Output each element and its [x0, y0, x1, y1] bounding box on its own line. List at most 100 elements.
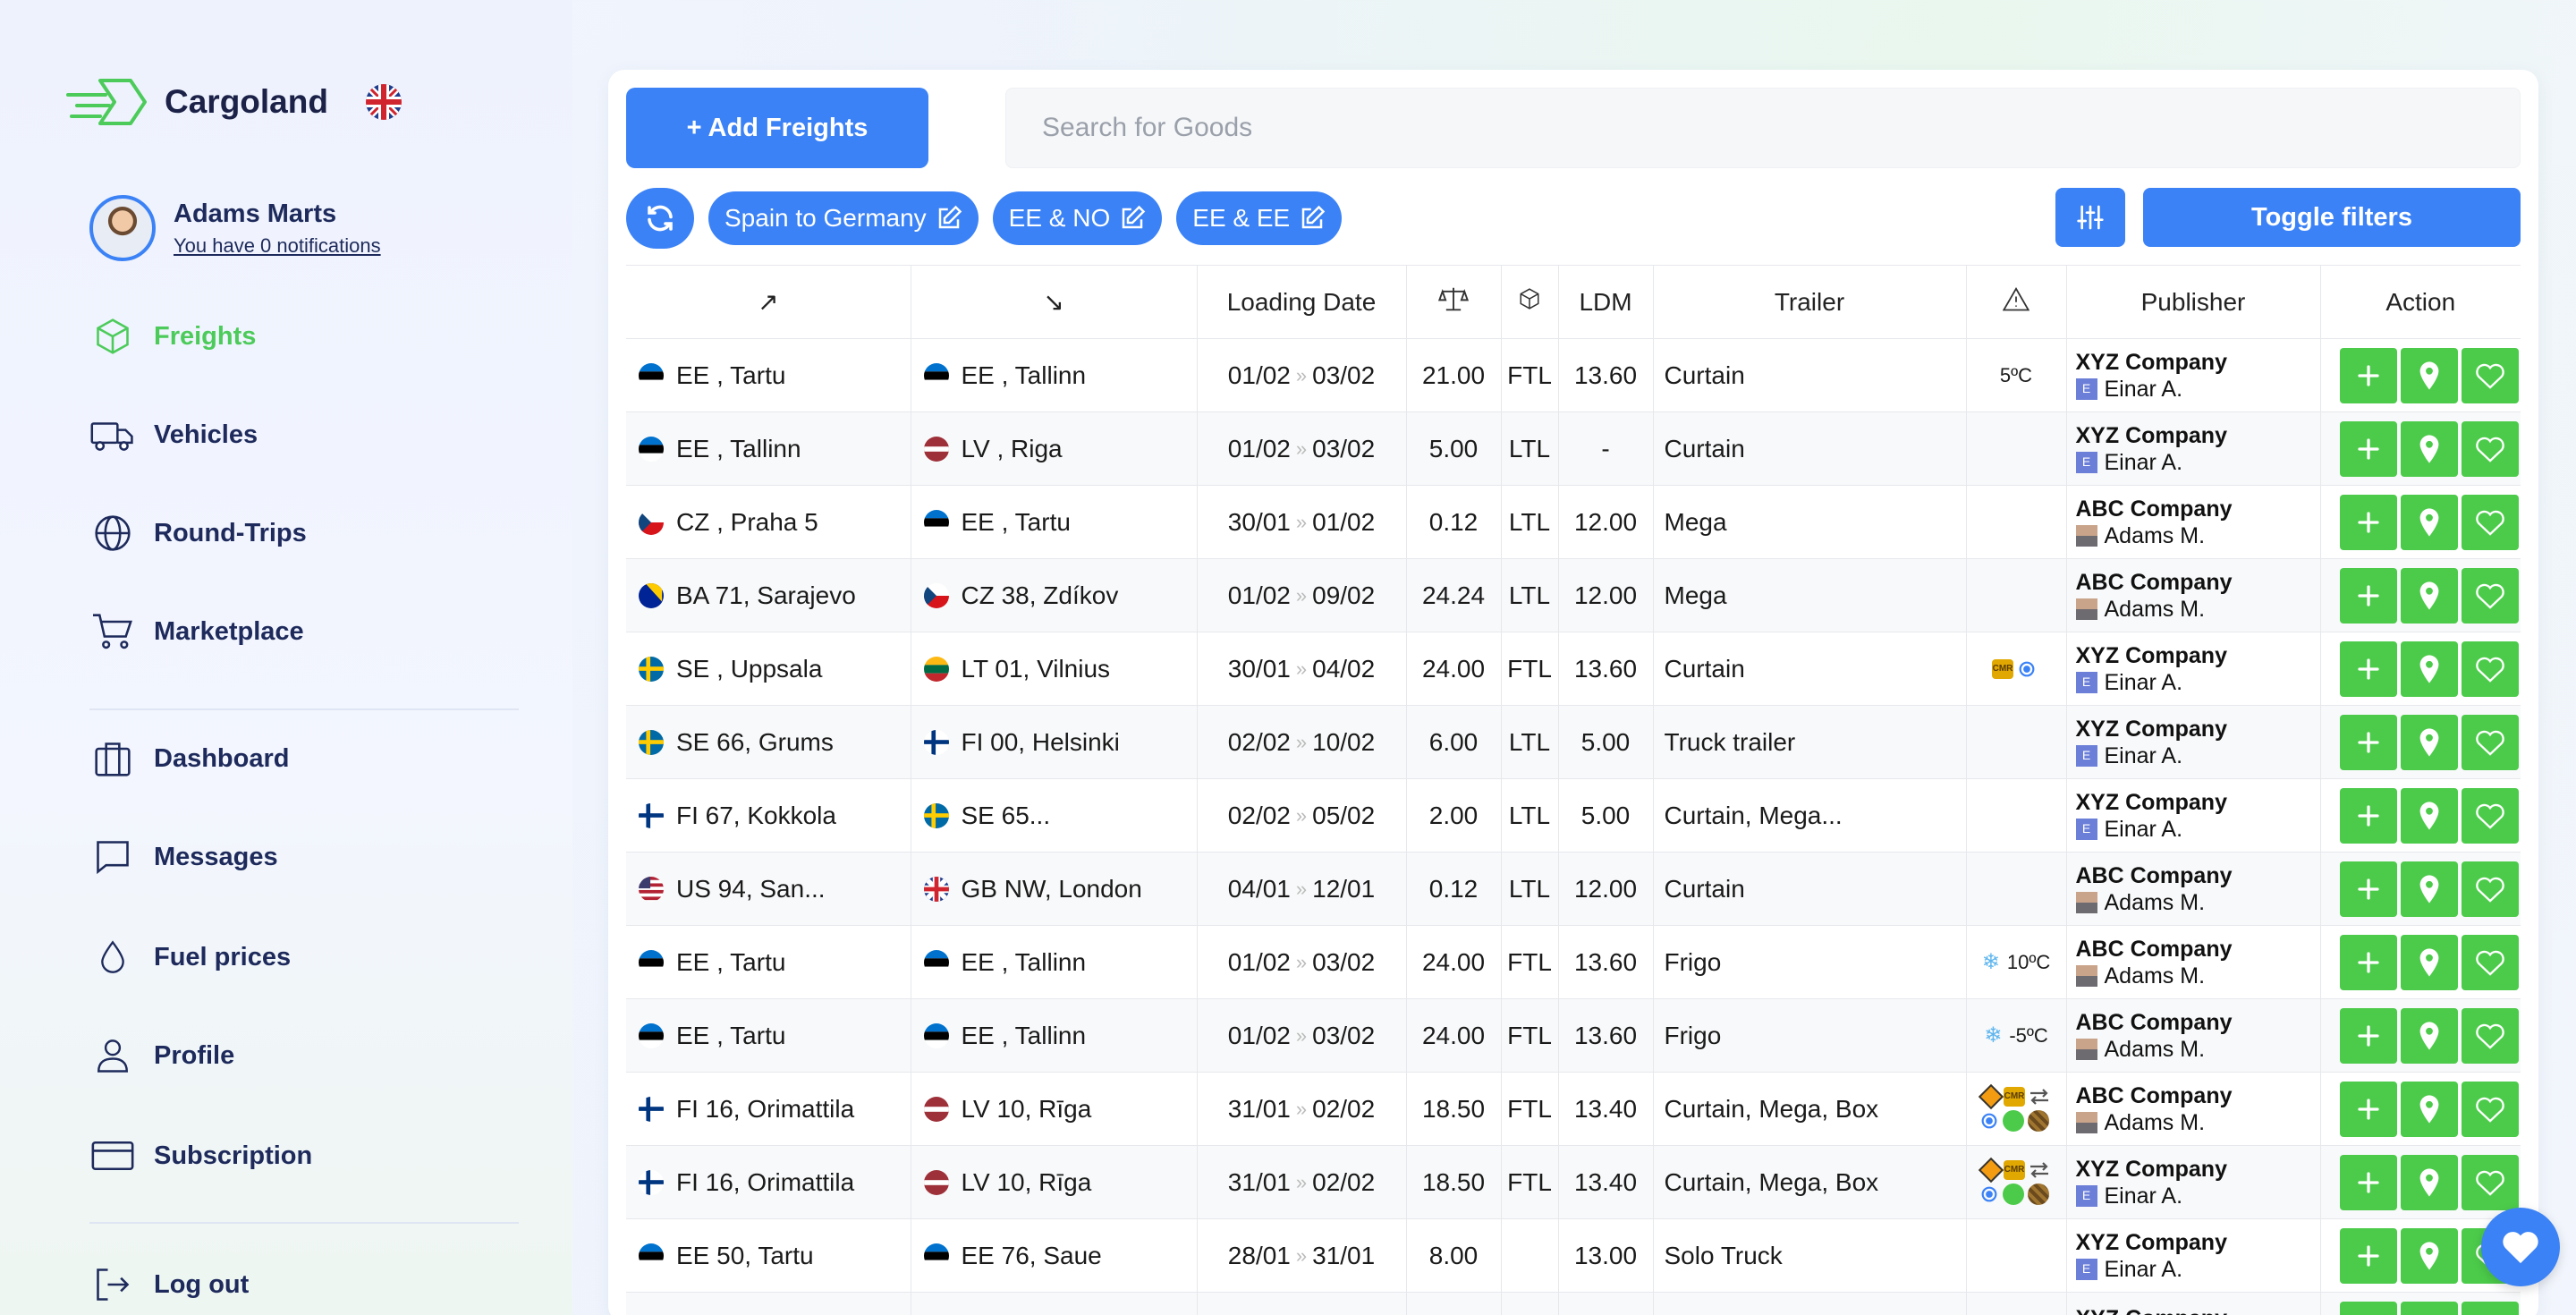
- table-row[interactable]: FI 16, Orimattila LV 10, Rīga 31/01» 02/02 1…: [626, 1145, 2521, 1219]
- publisher-person[interactable]: Adams M.: [2105, 1036, 2206, 1063]
- favorite-button[interactable]: [2462, 347, 2519, 403]
- publisher-person[interactable]: Einar A.: [2105, 669, 2183, 696]
- cell-publisher[interactable]: ABC Company Adams M.: [2066, 925, 2321, 999]
- add-offer-button[interactable]: [2340, 1154, 2397, 1210]
- publisher-person[interactable]: Adams M.: [2105, 1109, 2206, 1136]
- publisher-person[interactable]: Adams M.: [2105, 963, 2206, 989]
- col-header-ldm[interactable]: LDM: [1558, 265, 1654, 339]
- cell-publisher[interactable]: XYZ CompanyE: [2066, 1292, 2321, 1315]
- table-row[interactable]: CZ , Praha 5 EE , Tartu 30/01» 01/02 0.12 LTL…: [626, 485, 2521, 559]
- sidebar-item-dashboard[interactable]: Dashboard: [89, 732, 519, 785]
- publisher-person[interactable]: Einar A.: [2105, 1256, 2183, 1283]
- show-on-map-button[interactable]: [2401, 1007, 2458, 1064]
- favorite-button[interactable]: [2462, 641, 2519, 697]
- publisher-company[interactable]: XYZ Company: [2076, 1156, 2320, 1183]
- filter-chip-spain-germany[interactable]: Spain to Germany: [708, 191, 979, 245]
- col-header-type[interactable]: [1501, 265, 1559, 339]
- add-offer-button[interactable]: [2340, 641, 2397, 697]
- publisher-person[interactable]: Adams M.: [2105, 596, 2206, 623]
- show-on-map-button[interactable]: [2401, 641, 2458, 697]
- table-row[interactable]: XYZ CompanyE: [626, 1292, 2521, 1315]
- favorite-button[interactable]: [2462, 787, 2519, 844]
- publisher-person[interactable]: Einar A.: [2105, 816, 2183, 843]
- publisher-company[interactable]: ABC Company: [2076, 862, 2320, 889]
- favorite-button[interactable]: [2462, 1154, 2519, 1210]
- filter-chip-ee-no[interactable]: EE & NO: [992, 191, 1163, 245]
- add-offer-button[interactable]: [2340, 714, 2397, 770]
- table-row[interactable]: US 94, San... GB NW, London 04/01» 12/01 0.1…: [626, 852, 2521, 926]
- sidebar-item-subscription[interactable]: Subscription: [89, 1129, 519, 1183]
- publisher-company[interactable]: XYZ Company: [2076, 642, 2320, 669]
- col-header-warnings[interactable]: [1966, 265, 2067, 339]
- table-row[interactable]: EE , Tartu EE , Tallinn 01/02» 03/02 21.00 FT…: [626, 338, 2521, 412]
- add-offer-button[interactable]: [2340, 420, 2397, 477]
- publisher-company[interactable]: XYZ Company: [2076, 1305, 2320, 1315]
- table-row[interactable]: FI 16, Orimattila LV 10, Rīga 31/01» 02/02 1…: [626, 1072, 2521, 1146]
- show-on-map-button[interactable]: [2401, 420, 2458, 477]
- sidebar-item-round-trips[interactable]: Round-Trips: [89, 506, 519, 560]
- add-offer-button[interactable]: [2340, 1227, 2397, 1284]
- publisher-company[interactable]: XYZ Company: [2076, 422, 2320, 449]
- sidebar-item-fuel-prices[interactable]: Fuel prices: [89, 930, 519, 984]
- publisher-company[interactable]: XYZ Company: [2076, 349, 2320, 376]
- show-on-map-button[interactable]: [2401, 934, 2458, 990]
- cell-publisher[interactable]: XYZ Company E Einar A.: [2066, 705, 2321, 779]
- add-offer-button[interactable]: [2340, 494, 2397, 550]
- show-on-map-button[interactable]: [2401, 1301, 2458, 1315]
- col-header-trailer[interactable]: Trailer: [1653, 265, 1967, 339]
- add-offer-button[interactable]: [2340, 1301, 2397, 1315]
- table-row[interactable]: FI 67, Kokkola SE 65... 02/02» 05/02 2.00 LTL…: [626, 778, 2521, 853]
- show-on-map-button[interactable]: [2401, 1154, 2458, 1210]
- favorite-button[interactable]: [2462, 1007, 2519, 1064]
- favorite-button[interactable]: [2462, 1081, 2519, 1137]
- show-on-map-button[interactable]: [2401, 1081, 2458, 1137]
- show-on-map-button[interactable]: [2401, 861, 2458, 917]
- sidebar-item-profile[interactable]: Profile: [89, 1029, 519, 1082]
- gb-flag-icon[interactable]: [365, 84, 402, 120]
- favorite-button[interactable]: [2462, 934, 2519, 990]
- show-on-map-button[interactable]: [2401, 494, 2458, 550]
- favorite-button[interactable]: [2462, 494, 2519, 550]
- table-row[interactable]: SE 66, Grums FI 00, Helsinki 02/02» 10/02 6.…: [626, 705, 2521, 779]
- cell-publisher[interactable]: XYZ Company E Einar A.: [2066, 338, 2321, 412]
- cell-publisher[interactable]: ABC Company Adams M.: [2066, 1072, 2321, 1146]
- cell-publisher[interactable]: XYZ Company E Einar A.: [2066, 1145, 2321, 1219]
- favorites-fab-button[interactable]: [2481, 1208, 2560, 1286]
- cell-publisher[interactable]: ABC Company Adams M.: [2066, 485, 2321, 559]
- publisher-company[interactable]: XYZ Company: [2076, 789, 2320, 816]
- search-input[interactable]: [1005, 88, 2521, 168]
- cell-publisher[interactable]: ABC Company Adams M.: [2066, 998, 2321, 1073]
- edit-icon[interactable]: [936, 205, 962, 232]
- sidebar-item-freights[interactable]: Freights: [89, 310, 519, 363]
- add-offer-button[interactable]: [2340, 861, 2397, 917]
- show-on-map-button[interactable]: [2401, 787, 2458, 844]
- table-row[interactable]: EE , Tartu EE , Tallinn 01/02» 03/02 24.00 FT…: [626, 925, 2521, 999]
- publisher-person[interactable]: Adams M.: [2105, 522, 2206, 549]
- sidebar-item-logout[interactable]: Log out: [89, 1258, 519, 1311]
- col-header-to[interactable]: ↘: [911, 265, 1198, 339]
- cell-publisher[interactable]: XYZ Company E Einar A.: [2066, 1218, 2321, 1293]
- publisher-company[interactable]: XYZ Company: [2076, 716, 2320, 742]
- add-offer-button[interactable]: [2340, 567, 2397, 624]
- add-offer-button[interactable]: [2340, 787, 2397, 844]
- publisher-company[interactable]: ABC Company: [2076, 569, 2320, 596]
- publisher-person[interactable]: Einar A.: [2105, 742, 2183, 769]
- cell-publisher[interactable]: ABC Company Adams M.: [2066, 558, 2321, 632]
- publisher-person[interactable]: Einar A.: [2105, 1183, 2183, 1209]
- add-freights-button[interactable]: + Add Freights: [626, 88, 928, 168]
- brand[interactable]: Cargoland: [64, 75, 402, 129]
- publisher-company[interactable]: ABC Company: [2076, 496, 2320, 522]
- col-header-from[interactable]: ↗: [626, 265, 911, 339]
- cell-publisher[interactable]: XYZ Company E Einar A.: [2066, 632, 2321, 706]
- show-on-map-button[interactable]: [2401, 567, 2458, 624]
- table-row[interactable]: EE 50, Tartu EE 76, Saue 28/01» 31/01 8.00 13…: [626, 1218, 2521, 1293]
- col-header-weight[interactable]: [1406, 265, 1502, 339]
- user-profile[interactable]: Adams Marts You have 0 notifications: [89, 195, 381, 261]
- publisher-company[interactable]: ABC Company: [2076, 1082, 2320, 1109]
- sidebar-item-marketplace[interactable]: Marketplace: [89, 605, 519, 658]
- add-offer-button[interactable]: [2340, 1081, 2397, 1137]
- edit-icon[interactable]: [1299, 205, 1326, 232]
- add-offer-button[interactable]: [2340, 347, 2397, 403]
- sidebar-item-messages[interactable]: Messages: [89, 830, 519, 884]
- edit-icon[interactable]: [1119, 205, 1146, 232]
